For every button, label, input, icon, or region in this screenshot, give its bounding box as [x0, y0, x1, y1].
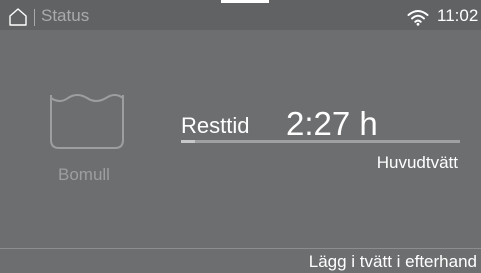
status-screen: Status 11:02 Bomull Resttid 2:27 h Huvud…: [0, 0, 481, 273]
top-tab-indicator: [221, 0, 269, 3]
program-progress-fill: [181, 140, 195, 143]
wifi-icon: [407, 10, 429, 26]
bottom-divider: [0, 248, 481, 249]
home-icon[interactable]: [8, 7, 28, 27]
status-bar: Status 11:02: [0, 0, 481, 30]
title-separator: [34, 9, 35, 26]
add-laundry-button[interactable]: Lägg i tvätt i efterhand: [309, 252, 477, 272]
program-progress-bar: [181, 140, 460, 143]
remaining-time-value: 2:27 h: [286, 105, 378, 142]
clock: 11:02: [437, 6, 479, 25]
program-phase-label: Huvudtvätt: [376, 153, 458, 172]
remaining-time-label: Resttid: [181, 113, 250, 138]
page-title: Status: [41, 6, 90, 25]
program-name: Bomull: [58, 165, 110, 184]
wash-tub-icon: [50, 94, 124, 149]
